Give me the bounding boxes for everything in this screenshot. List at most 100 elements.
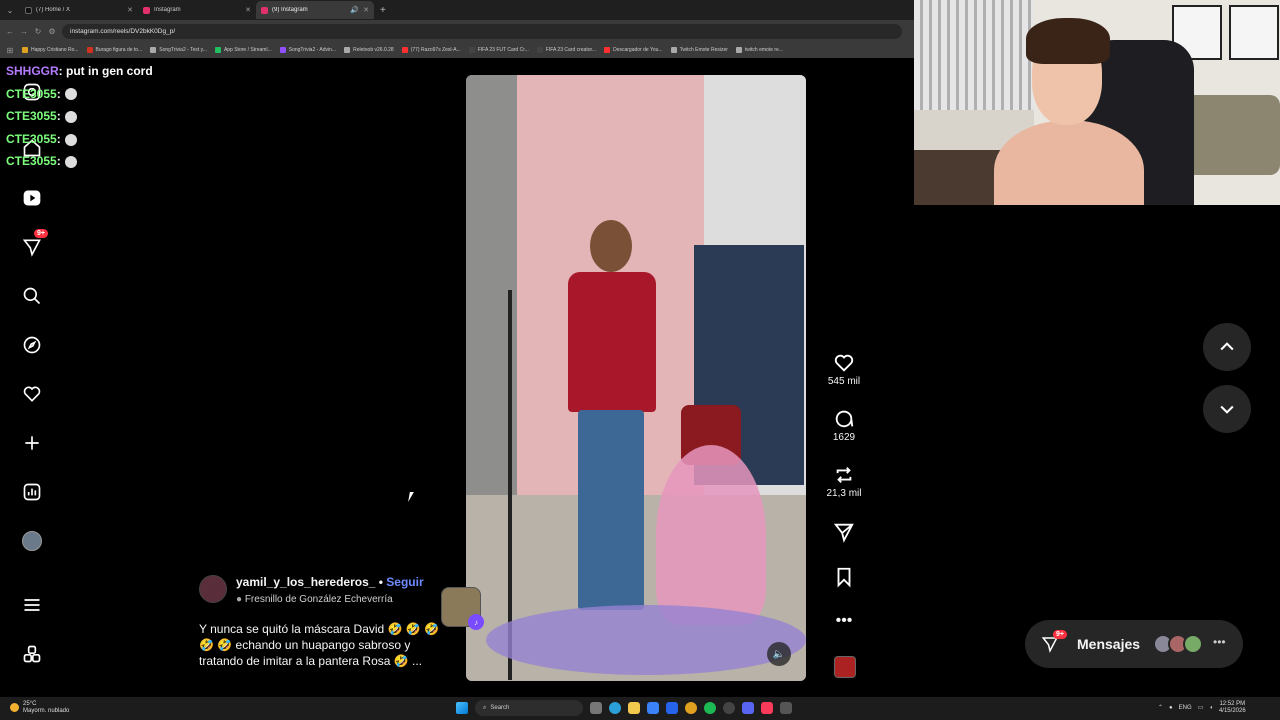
- bookmark-item[interactable]: Reletoob v26.0.28: [344, 47, 394, 53]
- video-scene-dancer: [562, 220, 662, 610]
- search-icon: ⌕: [483, 704, 487, 711]
- tray-chevron-icon[interactable]: ⌃: [1158, 704, 1163, 711]
- speaker-icon[interactable]: 🔊: [350, 6, 359, 14]
- discord-icon[interactable]: [742, 702, 754, 714]
- ellipsis-icon: •••: [1213, 635, 1226, 649]
- obs-icon[interactable]: [723, 702, 735, 714]
- search-icon[interactable]: [14, 278, 50, 314]
- tab-title: Instagram: [154, 7, 181, 13]
- repost-button[interactable]: 21,3 mil: [820, 464, 868, 499]
- dashboard-icon[interactable]: [14, 474, 50, 510]
- menu-icon[interactable]: [14, 587, 50, 623]
- chat-message: SHHGGR: put in gen cord: [6, 60, 153, 83]
- stream-chat-overlay: SHHGGR: put in gen cord CTE3055: CTE3055…: [6, 60, 153, 173]
- author-avatar[interactable]: [199, 575, 227, 603]
- volume-icon[interactable]: ◖: [1209, 705, 1213, 711]
- next-reel-button[interactable]: [1203, 385, 1251, 433]
- audio-thumbnail[interactable]: [834, 656, 856, 678]
- share-button[interactable]: [820, 521, 868, 543]
- bookmark-item[interactable]: Descargador de You...: [604, 47, 663, 53]
- forward-icon[interactable]: →: [20, 27, 28, 36]
- close-tab-icon[interactable]: ✕: [363, 6, 369, 14]
- network-icon[interactable]: ▭: [1198, 704, 1204, 711]
- task-view-icon[interactable]: [590, 702, 602, 714]
- instagram-favicon-icon: [143, 6, 150, 14]
- more-options-button[interactable]: •••: [820, 611, 868, 631]
- file-explorer-icon[interactable]: [628, 702, 640, 714]
- windows-start-icon[interactable]: [456, 702, 468, 714]
- tab-list-chevron-icon[interactable]: ⌄: [0, 6, 20, 15]
- clock-time: 12:52 PM: [1219, 701, 1246, 707]
- close-tab-icon[interactable]: ✕: [127, 6, 133, 14]
- messages-button[interactable]: 9+ Mensajes •••: [1025, 620, 1243, 668]
- tab-title: (9) Instagram: [272, 7, 308, 13]
- author-username[interactable]: yamil_y_los_herederos_: [236, 575, 375, 589]
- previous-reel-button[interactable]: [1203, 323, 1251, 371]
- music-icon[interactable]: [761, 702, 773, 714]
- bookmark-item[interactable]: FIFA 23 FUT Card Cr...: [468, 47, 529, 53]
- audio-disc[interactable]: ♪: [441, 587, 484, 630]
- site-info-icon[interactable]: ⚙: [48, 27, 56, 36]
- chrome-icon[interactable]: [685, 702, 697, 714]
- messenger-icon[interactable]: 9+: [14, 229, 50, 265]
- clock[interactable]: 12:52 PM 4/15/2026: [1219, 701, 1246, 714]
- follow-button[interactable]: Seguir: [386, 575, 423, 589]
- app-icon[interactable]: [780, 702, 792, 714]
- explore-icon[interactable]: [14, 327, 50, 363]
- bookmark-item[interactable]: twitch emote re...: [735, 47, 783, 53]
- chat-message: CTE3055:: [6, 105, 153, 128]
- edge-icon[interactable]: [609, 702, 621, 714]
- bookmark-favicon-icon: [214, 47, 221, 53]
- video-scene-platform: [486, 605, 806, 675]
- apps-grid-icon[interactable]: ⊞: [6, 46, 14, 55]
- bookmark-item[interactable]: SongTrivia2 - Test y...: [150, 47, 207, 53]
- create-icon[interactable]: [14, 425, 50, 461]
- tab-x-home[interactable]: (7) Home / X ✕: [20, 1, 138, 19]
- reload-icon[interactable]: ↻: [34, 27, 42, 36]
- bookmark-item[interactable]: Burago figura de to...: [86, 47, 142, 53]
- author-location[interactable]: Fresnillo de González Echeverría: [245, 594, 393, 605]
- taskbar-search-label: Search: [490, 705, 510, 711]
- reel-caption[interactable]: Y nunca se quitó la máscara David 🤣 🤣 🤣 …: [199, 621, 449, 669]
- heart-icon[interactable]: [14, 376, 50, 412]
- more-apps-icon[interactable]: [14, 636, 50, 672]
- address-bar-row: ← → ↻ ⚙ instagram.com/reels/DV2bkK0Dg_p/: [0, 20, 914, 42]
- weather-widget[interactable]: 25°C Mayorm. nublado: [10, 701, 69, 714]
- bookmark-item[interactable]: App Store / Streaml...: [214, 47, 272, 53]
- bookmark-item[interactable]: Happy Cristiano Ro...: [22, 47, 79, 53]
- reel-video[interactable]: 🔈: [466, 75, 806, 681]
- chat-text: :: [56, 86, 61, 101]
- spotify-icon[interactable]: [704, 702, 716, 714]
- microphone-icon[interactable]: ●: [1169, 705, 1173, 711]
- bookmark-favicon-icon: [22, 47, 28, 53]
- language-indicator[interactable]: ENG: [1179, 705, 1192, 711]
- chat-text: :: [56, 131, 61, 146]
- message-avatars: [1153, 634, 1203, 654]
- like-button[interactable]: 545 mil: [820, 352, 868, 387]
- save-button[interactable]: [820, 566, 868, 588]
- chevron-down-icon: [1220, 405, 1234, 414]
- comment-button[interactable]: 1629: [820, 408, 868, 443]
- profile-icon[interactable]: [14, 523, 50, 559]
- bookmark-favicon-icon: [150, 47, 157, 53]
- skull-emote-icon: [64, 156, 77, 169]
- tab-instagram[interactable]: Instagram ✕: [138, 1, 256, 19]
- reels-icon[interactable]: [14, 180, 50, 216]
- close-tab-icon[interactable]: ✕: [245, 6, 251, 14]
- store-icon[interactable]: [647, 702, 659, 714]
- chat-text: :: [56, 154, 61, 169]
- messages-label: Mensajes: [1077, 636, 1141, 652]
- bookmark-item[interactable]: Twitch Emote Resizer: [670, 47, 728, 53]
- back-icon[interactable]: ←: [6, 27, 14, 36]
- url-field[interactable]: instagram.com/reels/DV2bkK0Dg_p/: [62, 23, 902, 39]
- tab-instagram-active[interactable]: (9) Instagram 🔊 ✕: [256, 1, 374, 19]
- mail-icon[interactable]: [666, 702, 678, 714]
- bookmark-item[interactable]: SongTrivia2 - Advin...: [279, 47, 336, 53]
- volume-icon[interactable]: 🔈: [767, 642, 791, 666]
- chevron-up-icon: [1220, 342, 1234, 351]
- new-tab-icon[interactable]: +: [380, 5, 386, 16]
- webcam-overlay: [914, 0, 1280, 205]
- taskbar-search[interactable]: ⌕ Search: [475, 700, 583, 716]
- bookmark-item[interactable]: (77) Razo97s Zesl-A...: [401, 47, 461, 53]
- bookmark-item[interactable]: FIFA 23 Card creator...: [536, 47, 596, 53]
